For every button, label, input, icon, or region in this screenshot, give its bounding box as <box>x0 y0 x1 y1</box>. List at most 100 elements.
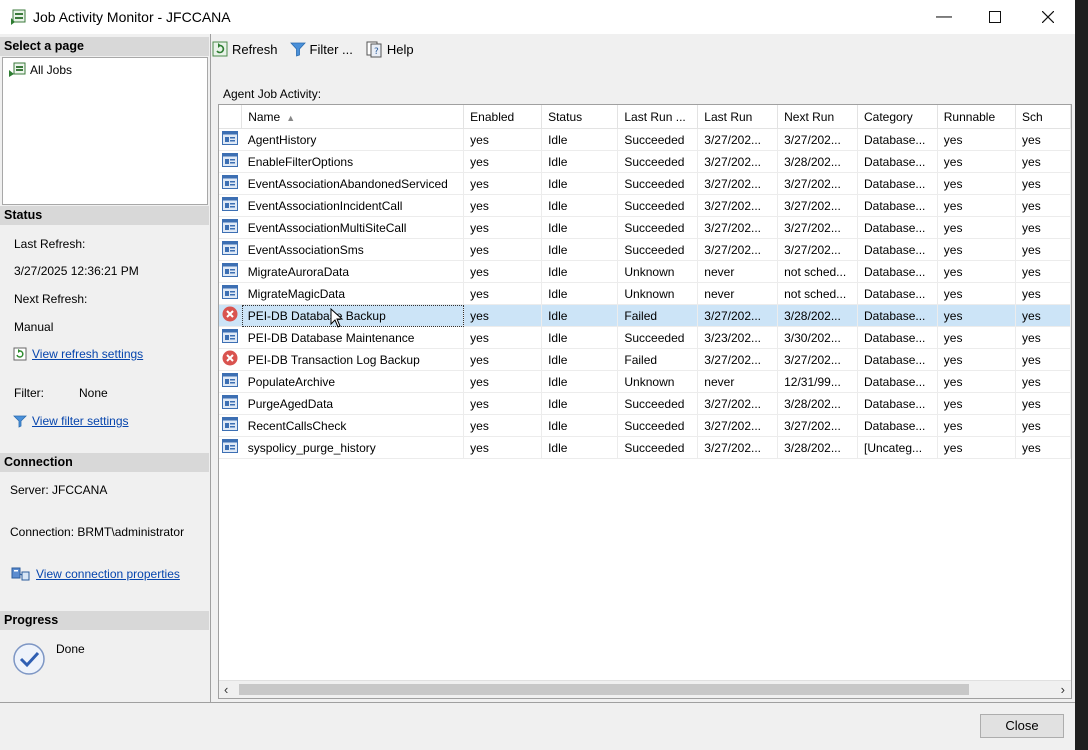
view-filter-settings[interactable]: View filter settings <box>13 414 129 428</box>
refresh-button[interactable]: Refresh <box>212 41 278 57</box>
minimize-button[interactable]: — <box>918 0 970 34</box>
help-button[interactable]: ? Help <box>365 40 414 58</box>
status-header: Status <box>0 206 209 225</box>
cell-last-run-outcome: Unknown <box>617 260 699 283</box>
view-refresh-settings[interactable]: View refresh settings <box>13 347 143 361</box>
scrollbar-thumb[interactable] <box>239 684 969 695</box>
cell-last-run: 3/27/202... <box>697 172 779 195</box>
cell-enabled: yes <box>463 238 543 261</box>
svg-text:?: ? <box>374 47 379 57</box>
cell-status: Idle <box>541 326 619 349</box>
column-header-category[interactable]: Category <box>857 105 938 129</box>
cell-runnable: yes <box>937 150 1017 173</box>
cell-last-run: 3/27/202... <box>697 194 779 217</box>
column-header-last-run-outcome[interactable]: Last Run ... <box>617 105 699 129</box>
view-connection-properties-link[interactable]: View connection properties <box>36 567 180 581</box>
cell-scheduled: yes <box>1015 414 1071 437</box>
table-row[interactable]: syspolicy_purge_history yes Idle Succeeded 3… <box>219 436 1071 459</box>
cell-last-run-outcome: Succeeded <box>617 238 699 261</box>
table-row[interactable]: EventAssociationIncidentCall yes Idle Succe… <box>219 194 1071 217</box>
job-icon <box>222 373 239 387</box>
mouse-cursor-icon <box>330 308 344 328</box>
table-row[interactable]: EnableFilterOptions yes Idle Succeeded 3/27/… <box>219 150 1071 173</box>
cell-last-run-outcome: Succeeded <box>617 216 699 239</box>
table-row[interactable]: EventAssociationMultiSiteCall yes Idle Succ… <box>219 216 1071 239</box>
view-filter-settings-link[interactable]: View filter settings <box>32 414 129 428</box>
cell-enabled: yes <box>463 304 543 327</box>
table-row[interactable]: RecentCallsCheck yes Idle Succeeded 3/27/202… <box>219 414 1071 437</box>
progress-header: Progress <box>0 611 209 630</box>
row-icon-cell <box>219 282 242 305</box>
close-window-button[interactable] <box>1022 0 1074 34</box>
scroll-right-icon[interactable]: › <box>1061 682 1065 697</box>
column-header-last-run[interactable]: Last Run <box>697 105 779 129</box>
cell-status: Idle <box>541 282 619 305</box>
table-row[interactable]: AgentHistory yes Idle Succeeded 3/27/202... 3… <box>219 128 1071 151</box>
row-icon-cell <box>219 326 242 349</box>
maximize-button[interactable] <box>969 0 1021 34</box>
table-row[interactable]: MigrateAuroraData yes Idle Unknown never not … <box>219 260 1071 283</box>
cell-name: syspolicy_purge_history <box>241 436 465 459</box>
cell-name: AgentHistory <box>241 128 465 151</box>
cell-runnable: yes <box>937 348 1017 371</box>
close-button[interactable]: Close <box>980 714 1064 738</box>
table-row[interactable]: EventAssociationAbandonedServiced yes Idle… <box>219 172 1071 195</box>
table-row[interactable]: MigrateMagicData yes Idle Unknown never not s… <box>219 282 1071 305</box>
row-icon-cell <box>219 128 242 151</box>
column-header-scheduled[interactable]: Sch <box>1015 105 1071 129</box>
cell-scheduled: yes <box>1015 282 1071 305</box>
cell-last-run-outcome: Failed <box>617 348 699 371</box>
table-row[interactable]: PopulateArchive yes Idle Unknown never 12/31/… <box>219 370 1071 393</box>
cell-scheduled: yes <box>1015 304 1071 327</box>
cell-status: Idle <box>541 238 619 261</box>
cell-scheduled: yes <box>1015 370 1071 393</box>
cell-category: Database... <box>857 238 938 261</box>
cell-enabled: yes <box>463 194 543 217</box>
cell-last-run-outcome: Succeeded <box>617 392 699 415</box>
cell-name: PopulateArchive <box>241 370 465 393</box>
row-icon-cell <box>219 260 242 283</box>
table-row[interactable]: PEI-DB Transaction Log Backup yes Idle Fail… <box>219 348 1071 371</box>
column-header-name[interactable]: Name ▲ <box>241 105 465 129</box>
cell-next-run: 3/28/202... <box>777 150 858 173</box>
column-header-runnable[interactable]: Runnable <box>937 105 1017 129</box>
cell-next-run: 3/27/202... <box>777 172 858 195</box>
cell-name: PurgeAgedData <box>241 392 465 415</box>
filter-value: None <box>79 386 108 400</box>
cell-runnable: yes <box>937 370 1017 393</box>
column-header-status[interactable]: Status <box>541 105 619 129</box>
page-item-all-jobs[interactable]: All Jobs <box>8 62 72 78</box>
job-icon <box>222 439 239 453</box>
cell-scheduled: yes <box>1015 260 1071 283</box>
column-header-enabled[interactable]: Enabled <box>463 105 543 129</box>
view-connection-properties[interactable]: View connection properties <box>11 566 180 582</box>
job-icon <box>222 153 239 167</box>
table-row[interactable]: PurgeAgedData yes Idle Succeeded 3/27/202...… <box>219 392 1071 415</box>
cell-category: Database... <box>857 370 938 393</box>
column-header-icon[interactable] <box>219 105 243 129</box>
column-header-next-run[interactable]: Next Run <box>777 105 858 129</box>
job-icon <box>222 395 239 409</box>
filter-label: Filter ... <box>309 41 353 57</box>
table-row[interactable]: EventAssociationSms yes Idle Succeeded 3/27/… <box>219 238 1071 261</box>
jobs-icon <box>9 62 26 77</box>
cell-last-run-outcome: Failed <box>617 304 699 327</box>
job-icon <box>222 219 239 233</box>
job-icon <box>222 417 239 431</box>
cell-runnable: yes <box>937 260 1017 283</box>
scroll-left-icon[interactable]: ‹ <box>224 682 228 697</box>
table-row[interactable]: PEI-DB Database Backup yes Idle Failed 3/27/… <box>219 304 1071 327</box>
table-row[interactable]: PEI-DB Database Maintenance yes Idle Succee… <box>219 326 1071 349</box>
cell-category: [Uncateg... <box>857 436 938 459</box>
horizontal-scrollbar[interactable]: ‹ › <box>219 680 1071 698</box>
last-refresh-value: 3/27/2025 12:36:21 PM <box>14 264 139 278</box>
cell-last-run-outcome: Unknown <box>617 282 699 305</box>
cell-runnable: yes <box>937 414 1017 437</box>
view-refresh-settings-link[interactable]: View refresh settings <box>32 347 143 361</box>
cell-status: Idle <box>541 216 619 239</box>
filter-icon <box>13 415 27 428</box>
job-icon <box>222 329 239 343</box>
filter-button[interactable]: Filter ... <box>289 41 353 57</box>
cell-category: Database... <box>857 150 938 173</box>
row-icon-cell <box>219 348 242 371</box>
